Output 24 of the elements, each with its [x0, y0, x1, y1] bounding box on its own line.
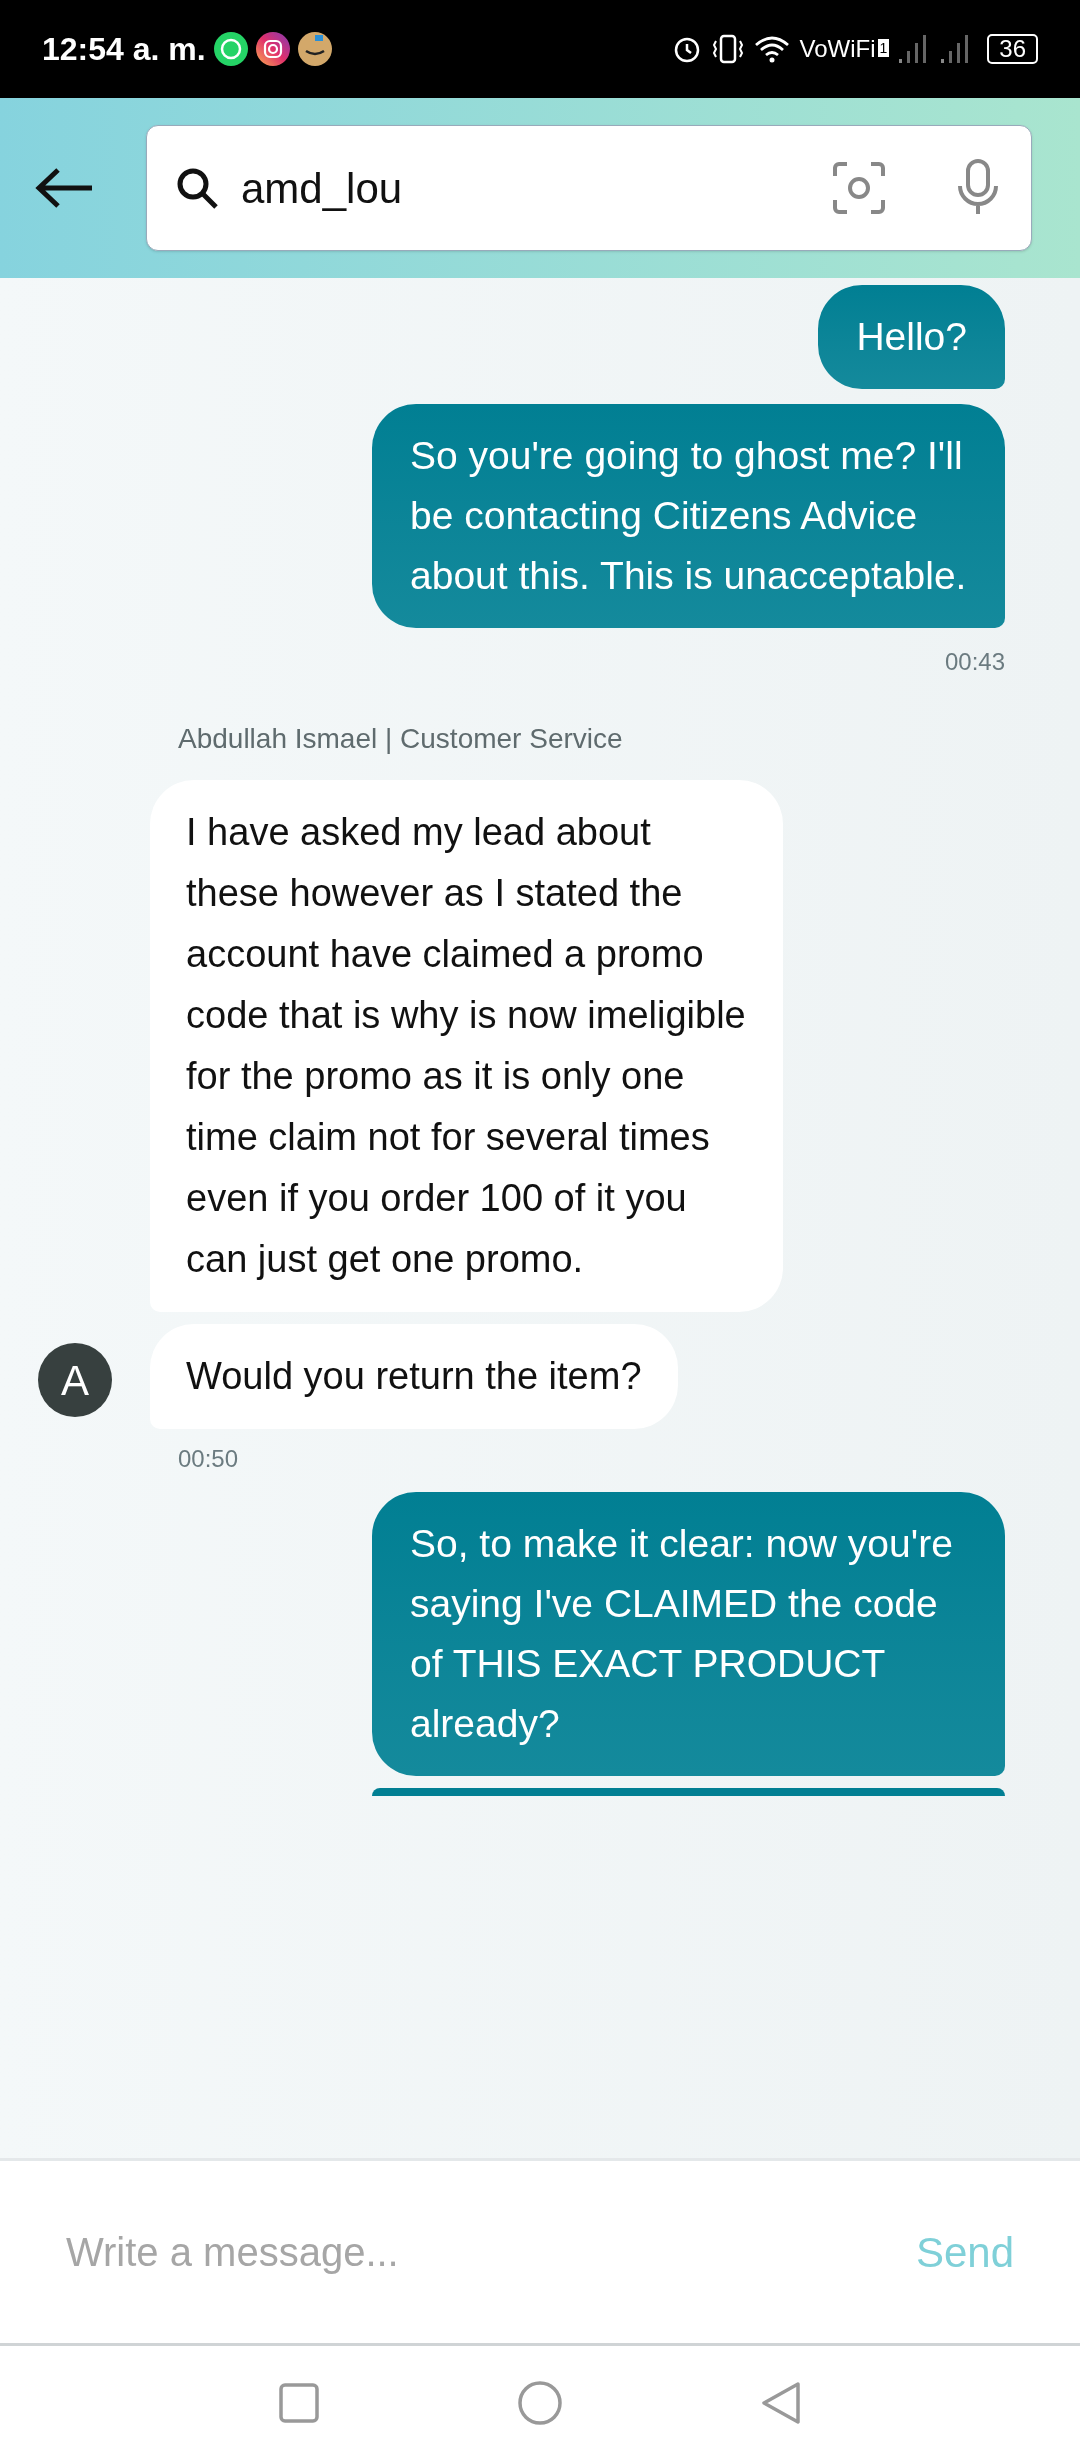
message-bubble: I have asked my lead about these however as I stated the account have claimed a promo code that is why is now imeligible for the promo as it is only one time claim not for several times even if you order 100 of it you can just get one promo.	[150, 780, 783, 1312]
message-bubble: Hello?	[818, 285, 1005, 389]
recents-icon[interactable]	[278, 2382, 321, 2424]
camera-app-icon	[255, 32, 290, 66]
chat-app-icon	[213, 32, 248, 66]
avatar: A	[38, 1343, 112, 1417]
timestamp: 00:50	[178, 1445, 239, 1472]
message-input[interactable]: Write a message...	[66, 2222, 896, 2282]
camera-scan-icon[interactable]	[831, 160, 887, 216]
message-bubble: So you're going to ghost me? I'll be contacting Citizens Advice about this. This is unacceptable.	[372, 404, 1005, 628]
message-bubble: So, to make it clear: now you're saying I've CLAIMED the code of THIS EXACT PRODUCT already?	[372, 1492, 1005, 1776]
status-time: 12:54 a. m.	[42, 30, 206, 69]
sim-badge: 1	[877, 39, 890, 57]
battery-icon: 36	[987, 34, 1038, 64]
vibrate-icon	[711, 33, 746, 65]
message-bubble: Would you return the item?	[150, 1324, 678, 1429]
network-label: VoWiFi	[799, 34, 876, 64]
back-icon[interactable]	[759, 2380, 802, 2426]
search-field[interactable]: amd_lou	[146, 125, 1032, 251]
home-icon[interactable]	[517, 2380, 563, 2426]
box-app-icon	[297, 32, 332, 66]
sender-name: Abdullah Ismael | Customer Service	[178, 723, 623, 754]
timestamp: 00:43	[944, 647, 1005, 677]
search-icon	[175, 166, 219, 210]
